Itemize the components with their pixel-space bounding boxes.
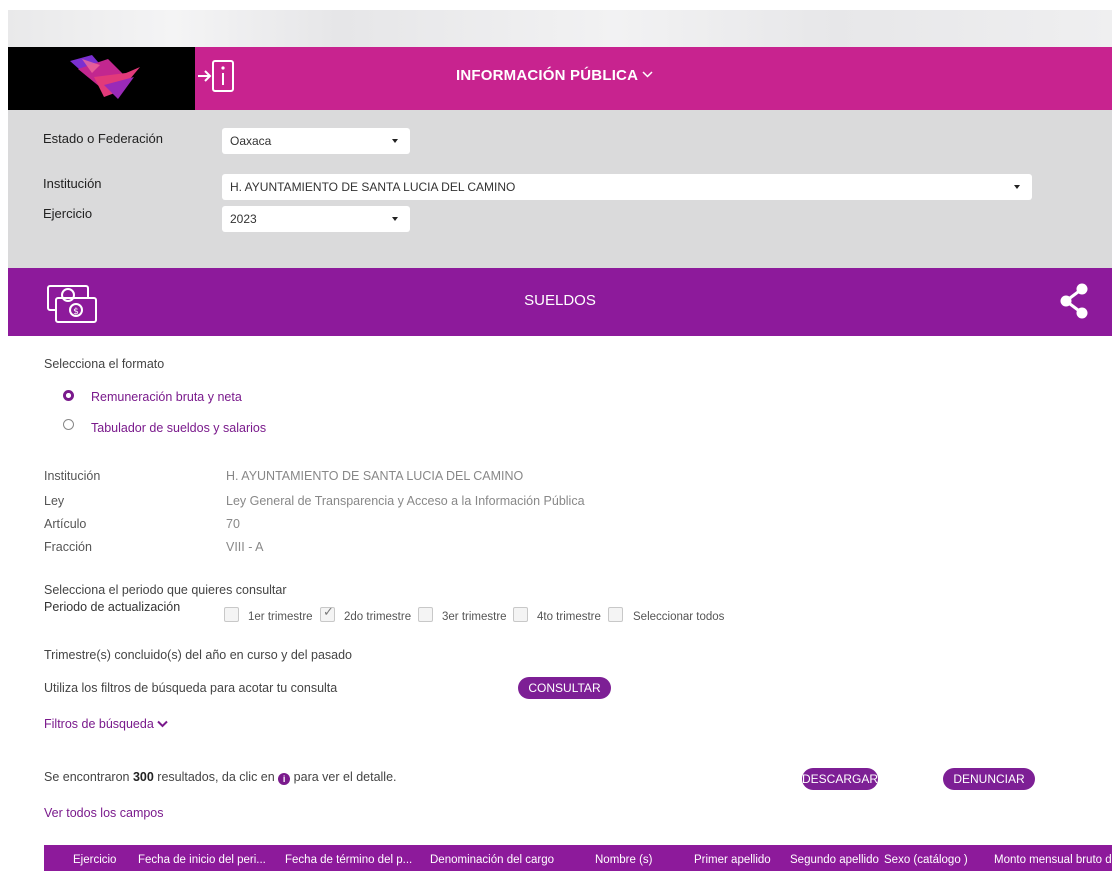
detail-value-ley: Ley General de Transparencia y Acceso a …: [226, 494, 585, 508]
info-circle-icon: i: [278, 773, 291, 785]
estado-select-value: Oaxaca: [230, 134, 272, 148]
estado-label: Estado o Federación: [43, 131, 163, 146]
checkbox-2do-trimestre-label[interactable]: 2do trimestre: [344, 611, 411, 623]
checkbox-1er-trimestre[interactable]: [224, 607, 239, 622]
detail-key-fraccion: Fracción: [44, 540, 92, 554]
section-title: SUELDOS: [524, 292, 596, 309]
info-exit-icon[interactable]: [196, 55, 238, 101]
detail-value-articulo: 70: [226, 517, 240, 531]
filtros-busqueda-label: Filtros de búsqueda: [44, 717, 154, 731]
filter-panel: Estado o Federación Oaxaca Institución H…: [8, 110, 1112, 268]
institucion-label: Institución: [43, 176, 102, 191]
checkbox-1er-trimestre-label[interactable]: 1er trimestre: [248, 611, 313, 623]
checkbox-seleccionar-todos[interactable]: [608, 607, 623, 622]
format-prompt: Selecciona el formato: [44, 357, 165, 371]
radio-remuneracion[interactable]: [63, 390, 74, 401]
ejercicio-label: Ejercicio: [43, 206, 93, 221]
chevron-down-icon: [642, 65, 653, 82]
radio-remuneracion-label[interactable]: Remuneración bruta y neta: [91, 390, 242, 404]
column-primer-apellido[interactable]: Primer apellido: [694, 854, 771, 866]
results-prefix: Se encontraron: [44, 770, 133, 784]
checkbox-3er-trimestre-label[interactable]: 3er trimestre: [442, 611, 507, 623]
header-bar: INFORMACIÓN PÚBLICA: [8, 47, 1112, 110]
column-segundo-apellido[interactable]: Segundo apellido: [790, 854, 879, 866]
header-title-label: INFORMACIÓN PÚBLICA: [456, 67, 639, 84]
checkbox-2do-trimestre[interactable]: [320, 605, 335, 622]
institucion-select[interactable]: H. AYUNTAMIENTO DE SANTA LUCIA DEL CAMIN…: [222, 174, 1032, 200]
estado-select[interactable]: Oaxaca: [222, 128, 410, 154]
select-caret-icon: [392, 139, 398, 143]
share-icon[interactable]: [1058, 282, 1090, 320]
informacion-publica-menu[interactable]: INFORMACIÓN PÚBLICA: [456, 67, 653, 84]
checkbox-4to-trimestre-label[interactable]: 4to trimestre: [537, 611, 601, 623]
results-middle: resultados, da clic en: [153, 770, 279, 784]
detail-value-fraccion: VIII - A: [226, 540, 264, 554]
select-caret-icon: [1014, 185, 1020, 189]
results-suffix: para ver el detalle.: [290, 770, 397, 784]
select-caret-icon: [392, 217, 398, 221]
results-count: 300: [132, 770, 154, 784]
checkbox-seleccionar-todos-label[interactable]: Seleccionar todos: [633, 611, 724, 623]
filtros-busqueda-toggle[interactable]: Filtros de búsqueda: [44, 717, 168, 731]
denunciar-button[interactable]: DENUNCIAR: [943, 768, 1035, 790]
descargar-button[interactable]: DESCARGAR: [802, 768, 878, 790]
search-hint: Utiliza los filtros de búsqueda para aco…: [44, 681, 338, 695]
period-note: Trimestre(s) concluido(s) del año en cur…: [44, 648, 353, 662]
results-table-header: Ejercicio Fecha de inicio del peri... Fe…: [44, 845, 1112, 871]
detail-key-ley: Ley: [44, 494, 65, 508]
column-sexo[interactable]: Sexo (catálogo ): [884, 854, 968, 866]
column-nombre[interactable]: Nombre (s): [595, 854, 653, 866]
sueldos-section-bar: $ SUELDOS: [8, 268, 1112, 336]
logo-graphic: [70, 55, 140, 99]
ver-todos-campos-link[interactable]: Ver todos los campos: [44, 806, 164, 820]
ejercicio-select[interactable]: 2023: [222, 206, 410, 232]
chevron-down-icon: [157, 717, 168, 731]
detail-key-articulo: Artículo: [44, 517, 87, 531]
column-ejercicio[interactable]: Ejercicio: [73, 854, 116, 866]
column-denominacion-cargo[interactable]: Denominación del cargo: [430, 854, 554, 866]
consultar-button[interactable]: CONSULTAR: [518, 677, 611, 699]
results-summary: Se encontraron 300 resultados, da clic e…: [44, 770, 397, 785]
institucion-select-value: H. AYUNTAMIENTO DE SANTA LUCIA DEL CAMIN…: [230, 180, 516, 194]
checkbox-3er-trimestre[interactable]: [418, 607, 433, 622]
column-fecha-inicio[interactable]: Fecha de inicio del peri...: [138, 854, 266, 866]
detail-value-institucion: H. AYUNTAMIENTO DE SANTA LUCIA DEL CAMIN…: [226, 469, 524, 483]
column-fecha-termino[interactable]: Fecha de término del p...: [285, 854, 412, 866]
checkbox-4to-trimestre[interactable]: [513, 607, 528, 622]
detail-key-institucion: Institución: [44, 469, 101, 483]
top-decorative-strip: [8, 10, 1112, 47]
radio-tabulador-label[interactable]: Tabulador de sueldos y salarios: [91, 421, 266, 435]
column-monto-mensual-bruto[interactable]: Monto mensual bruto d: [994, 854, 1112, 866]
radio-tabulador[interactable]: [63, 419, 74, 430]
brand-logo[interactable]: [8, 47, 195, 110]
period-prompt: Selecciona el periodo que quieres consul…: [44, 583, 287, 597]
period-label: Periodo de actualización: [44, 600, 181, 614]
ejercicio-select-value: 2023: [230, 212, 257, 226]
